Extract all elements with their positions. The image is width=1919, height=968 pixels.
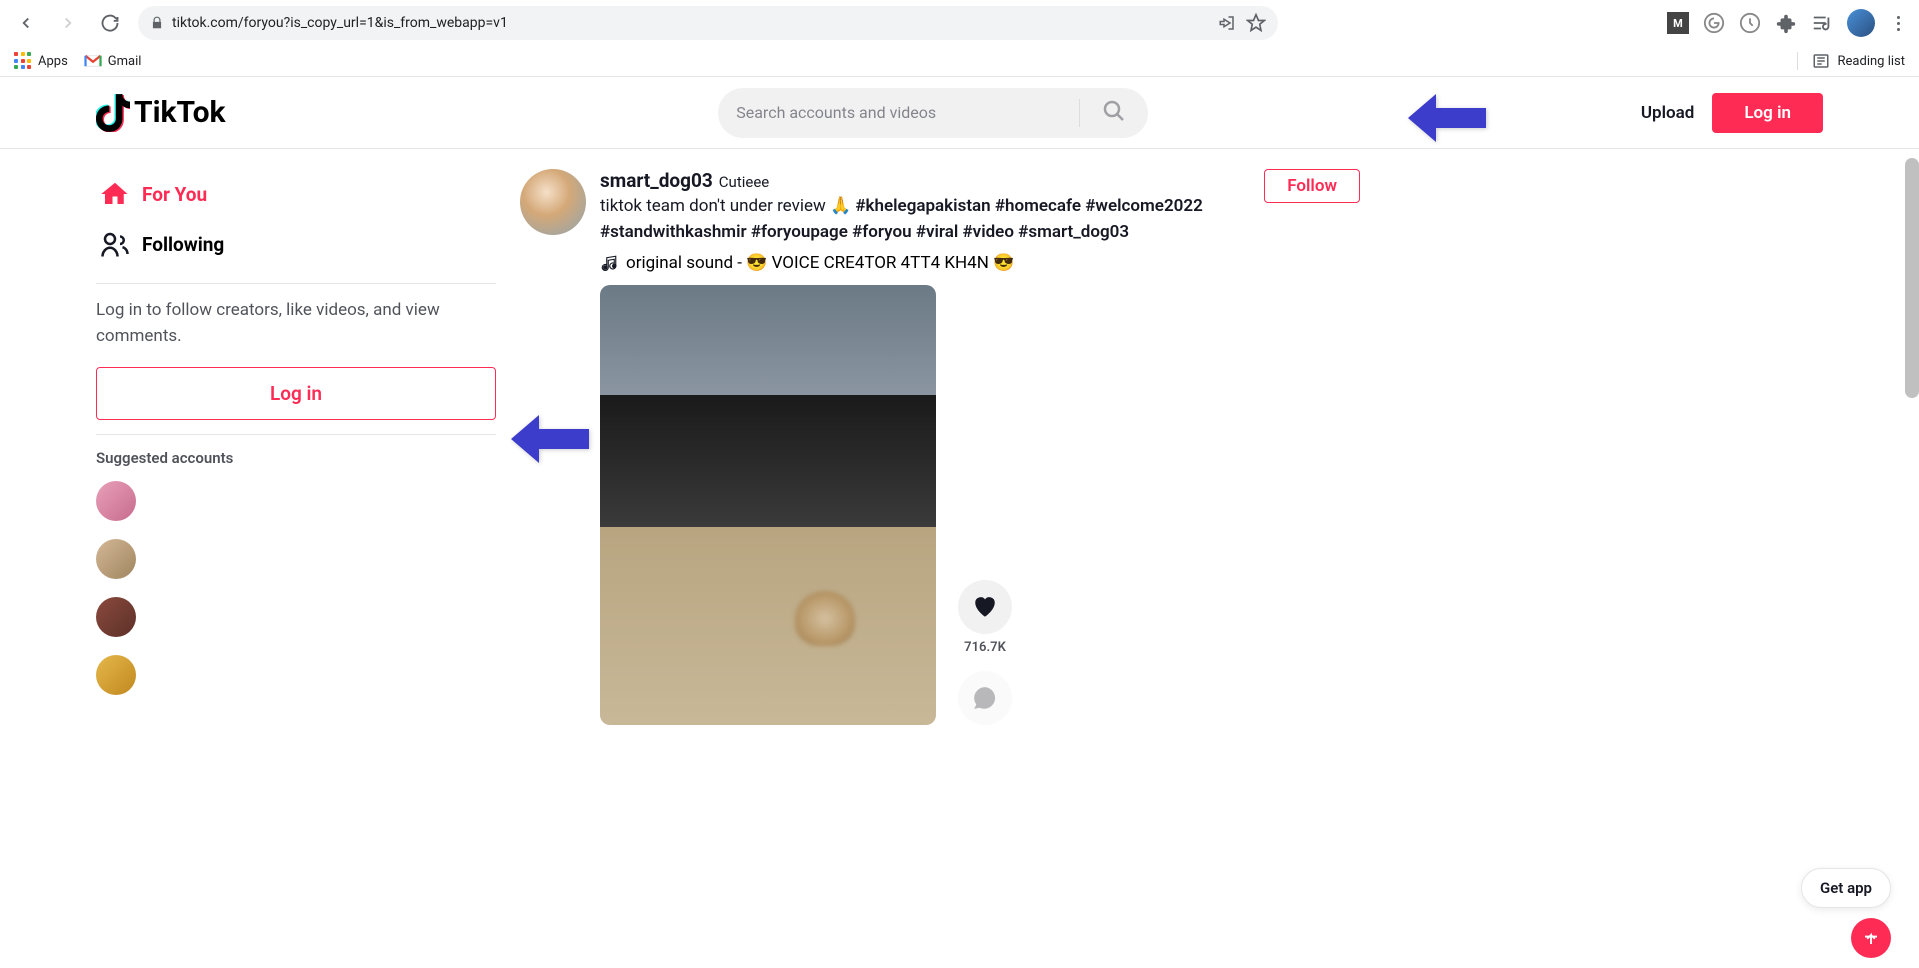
suggested-account-avatar[interactable] <box>96 539 136 579</box>
forward-button[interactable] <box>54 9 82 37</box>
comment-button[interactable] <box>958 671 1012 725</box>
chrome-menu-icon[interactable] <box>1889 16 1907 31</box>
search-divider <box>1079 99 1080 127</box>
music-note-icon <box>600 254 618 272</box>
follow-button[interactable]: Follow <box>1264 169 1360 203</box>
address-bar[interactable]: tiktok.com/foryou?is_copy_url=1&is_from_… <box>138 6 1278 40</box>
nav-following-label: Following <box>142 233 224 256</box>
post-username: smart_dog03 <box>600 169 713 192</box>
home-icon <box>100 179 130 209</box>
reading-list-label: Reading list <box>1838 54 1905 69</box>
gmail-label: Gmail <box>108 54 142 69</box>
gmail-icon <box>84 54 102 68</box>
tiktok-logo[interactable]: TikTok <box>96 94 226 132</box>
suggested-account-avatar[interactable] <box>96 655 136 695</box>
playlist-icon[interactable] <box>1811 12 1833 34</box>
extension-m-icon[interactable]: M <box>1667 12 1689 34</box>
post-author-avatar[interactable] <box>520 169 586 235</box>
lock-icon <box>150 16 164 30</box>
post-author-line[interactable]: smart_dog03 Cutieee <box>600 169 1250 192</box>
scroll-to-top-button[interactable] <box>1851 918 1891 958</box>
nav-following[interactable]: Following <box>96 219 496 269</box>
arrow-up-icon <box>1862 929 1880 947</box>
apps-grid-icon <box>14 52 32 70</box>
extensions-puzzle-icon[interactable] <box>1775 12 1797 34</box>
divider <box>96 283 496 284</box>
extension-clock-icon[interactable] <box>1739 12 1761 34</box>
search-icon <box>1102 99 1126 123</box>
heart-icon <box>972 594 998 620</box>
header-login-button[interactable]: Log in <box>1712 93 1823 133</box>
upload-link[interactable]: Upload <box>1641 103 1694 123</box>
comment-icon <box>972 685 998 711</box>
get-app-button[interactable]: Get app <box>1801 868 1891 908</box>
post-description-text: tiktok team don't under review 🙏 <box>600 196 855 216</box>
like-button[interactable] <box>958 580 1012 634</box>
divider <box>96 434 496 435</box>
post-description: tiktok team don't under review 🙏 #kheleg… <box>600 194 1250 245</box>
reading-list-button[interactable]: Reading list <box>1797 52 1905 70</box>
tiktok-logo-icon <box>96 94 130 132</box>
apps-label: Apps <box>38 54 68 69</box>
like-count: 716.7K <box>964 640 1006 655</box>
post-music-text: original sound - 😎 VOICE CRE4TOR 4TT4 KH… <box>626 253 1014 273</box>
annotation-arrow-icon <box>1408 90 1488 146</box>
url-text: tiktok.com/foryou?is_copy_url=1&is_from_… <box>172 15 508 31</box>
post-header: smart_dog03 Cutieee tiktok team don't un… <box>520 169 1360 273</box>
post-nickname: Cutieee <box>719 173 769 191</box>
sidebar-login-button[interactable]: Log in <box>96 367 496 420</box>
video-player[interactable] <box>600 285 936 725</box>
apps-bookmark[interactable]: Apps <box>14 52 68 70</box>
suggested-accounts-list <box>96 481 496 695</box>
video-content-placeholder <box>795 591 855 646</box>
tiktok-header: TikTok Upload Log in <box>0 77 1919 149</box>
suggested-account-avatar[interactable] <box>96 597 136 637</box>
following-icon <box>100 229 130 259</box>
search-bar[interactable] <box>718 88 1148 138</box>
page-scrollbar-thumb[interactable] <box>1905 158 1919 398</box>
feed: smart_dog03 Cutieee tiktok team don't un… <box>520 169 1360 725</box>
search-input[interactable] <box>736 103 1071 122</box>
chrome-profile-avatar[interactable] <box>1847 9 1875 37</box>
post-music[interactable]: original sound - 😎 VOICE CRE4TOR 4TT4 KH… <box>600 253 1250 273</box>
nav-for-you-label: For You <box>142 183 207 206</box>
browser-toolbar: tiktok.com/foryou?is_copy_url=1&is_from_… <box>0 0 1919 46</box>
suggested-accounts-title: Suggested accounts <box>96 449 496 467</box>
annotation-arrow-icon <box>508 411 594 467</box>
login-prompt-text: Log in to follow creators, like videos, … <box>96 298 496 349</box>
nav-for-you[interactable]: For You <box>96 169 496 219</box>
suggested-account-avatar[interactable] <box>96 481 136 521</box>
search-button[interactable] <box>1088 89 1140 137</box>
share-icon[interactable] <box>1218 14 1236 32</box>
gmail-bookmark[interactable]: Gmail <box>84 54 142 69</box>
tiktok-logo-text: TikTok <box>134 95 226 130</box>
reload-button[interactable] <box>96 9 124 37</box>
extension-g-icon[interactable] <box>1703 12 1725 34</box>
action-bar: 716.7K <box>958 580 1012 725</box>
star-icon[interactable] <box>1246 13 1266 33</box>
bookmarks-bar: Apps Gmail Reading list <box>0 46 1919 77</box>
sidebar: For You Following Log in to follow creat… <box>96 169 496 725</box>
back-button[interactable] <box>12 9 40 37</box>
reading-list-icon <box>1812 52 1830 70</box>
